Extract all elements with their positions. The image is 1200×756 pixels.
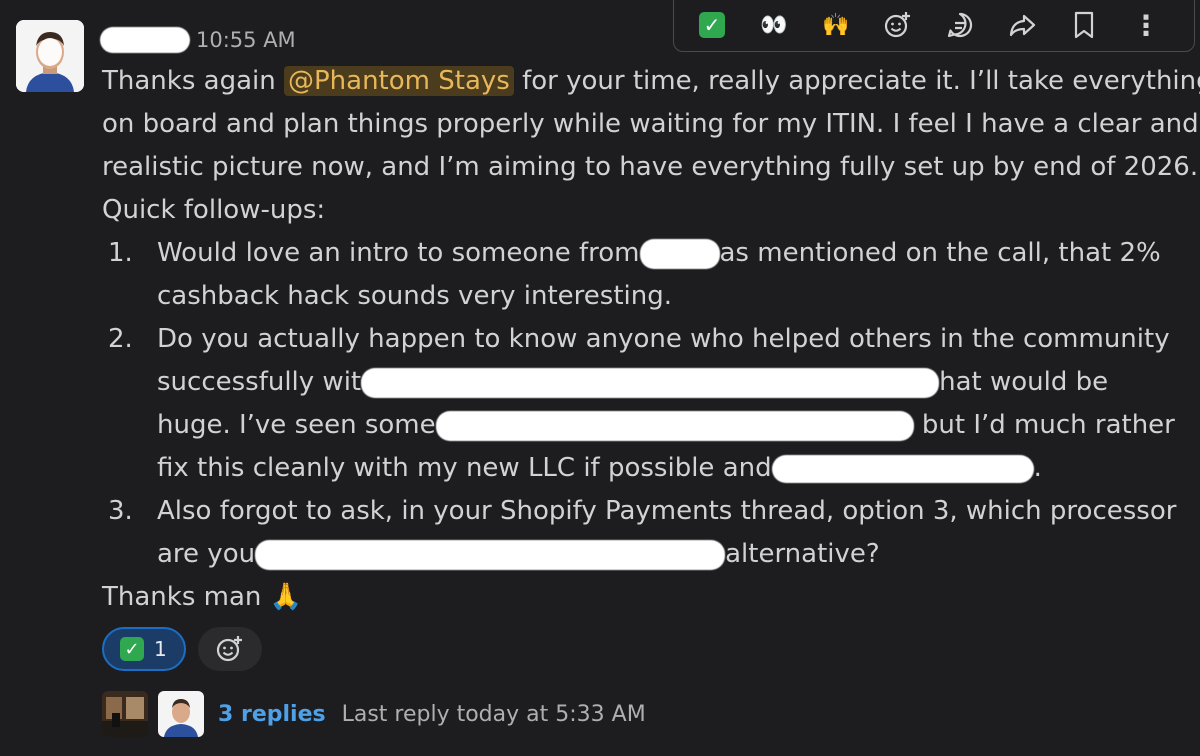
more-actions-icon: ⋮ bbox=[1132, 8, 1160, 42]
redacted-text bbox=[771, 454, 1034, 483]
react-check-mark-button[interactable]: ✓ bbox=[694, 7, 730, 43]
check-mark-emoji-icon: ✓ bbox=[699, 12, 725, 38]
message-line: Quick follow-ups: bbox=[102, 195, 326, 225]
redacted-text bbox=[255, 539, 726, 570]
message-text: Do you actually happen to know anyone wh… bbox=[157, 324, 1170, 354]
message-text: as mentioned on the call, that 2% bbox=[719, 238, 1161, 268]
reply-in-thread-button[interactable] bbox=[942, 7, 978, 43]
message-text: Would love an intro to someone from bbox=[157, 238, 640, 268]
message-container: 10:55 AM ✓ 👀 🙌 ⋮ Thanks again @Phantom S… bbox=[0, 0, 1200, 756]
save-for-later-button[interactable] bbox=[1066, 7, 1102, 43]
check-mark-emoji-icon: ✓ bbox=[120, 637, 144, 661]
redacted-text bbox=[639, 238, 720, 269]
share-icon bbox=[1009, 14, 1036, 37]
thread-replies-link[interactable]: 3 replies bbox=[218, 702, 326, 727]
list-number: 1. bbox=[108, 238, 133, 268]
message-line: realistic picture now, and I’m aiming to… bbox=[102, 152, 1199, 182]
react-eyes-button[interactable]: 👀 bbox=[756, 7, 792, 43]
reply-in-thread-icon bbox=[947, 12, 973, 38]
message-line: Thanks again @Phantom Stays for your tim… bbox=[102, 60, 1200, 103]
message-text: Thanks man bbox=[102, 582, 270, 612]
message-text: but I’d much rather bbox=[913, 410, 1175, 440]
bookmark-icon bbox=[1074, 11, 1094, 39]
folded-hands-emoji-icon: 🙏 bbox=[269, 582, 303, 612]
add-reaction-icon bbox=[884, 12, 910, 38]
list-item-continuation: fix this cleanly with my new LLC if poss… bbox=[102, 447, 1182, 490]
add-reaction-icon bbox=[216, 636, 242, 662]
message-text: for your time, really appreciate it. I’l… bbox=[513, 66, 1200, 96]
redacted-text bbox=[361, 367, 940, 398]
message-line: Thanks man 🙏 bbox=[102, 576, 1182, 619]
add-reaction-button[interactable] bbox=[198, 627, 262, 671]
list-item: 3. Also forgot to ask, in your Shopify P… bbox=[102, 490, 1182, 533]
message-body: Thanks again @Phantom Stays for your tim… bbox=[102, 60, 1200, 619]
sender-avatar[interactable] bbox=[16, 20, 84, 92]
share-message-button[interactable] bbox=[1004, 7, 1040, 43]
message-timestamp[interactable]: 10:55 AM bbox=[196, 28, 296, 52]
redacted-sender-name[interactable] bbox=[100, 27, 190, 53]
thread-participant-avatar bbox=[158, 691, 204, 737]
message-text: Also forgot to ask, in your Shopify Paym… bbox=[157, 496, 1177, 526]
list-item-continuation: are you alternative? bbox=[102, 533, 1182, 576]
thread-summary[interactable]: 3 replies Last reply today at 5:33 AM bbox=[102, 690, 646, 738]
redacted-text bbox=[435, 410, 914, 441]
thread-participant-avatar bbox=[102, 691, 148, 737]
message-text: huge. I’ve seen some bbox=[157, 410, 436, 440]
message-text: hat would be bbox=[939, 367, 1109, 397]
react-raised-hands-button[interactable]: 🙌 bbox=[818, 7, 854, 43]
thread-last-reply-time: Last reply today at 5:33 AM bbox=[341, 701, 646, 727]
list-item-continuation: huge. I’ve seen some but I’d much rather bbox=[102, 404, 1182, 447]
message-text: cashback hack sounds very interesting. bbox=[157, 281, 672, 311]
message-text: are you bbox=[157, 539, 256, 569]
list-number: 2. bbox=[108, 324, 133, 354]
message-line: on board and plan things properly while … bbox=[102, 109, 1199, 139]
message-text: Thanks again bbox=[102, 66, 284, 96]
list-item-continuation: cashback hack sounds very interesting. bbox=[102, 275, 1182, 318]
reaction-count: 1 bbox=[154, 637, 167, 661]
message-text: successfully wit bbox=[157, 367, 362, 397]
message-text: alternative? bbox=[725, 539, 880, 569]
add-reaction-button[interactable] bbox=[880, 7, 916, 43]
raised-hands-emoji-icon: 🙌 bbox=[822, 12, 850, 38]
list-item: 1. Would love an intro to someone from as… bbox=[102, 232, 1182, 275]
check-mark-reaction[interactable]: ✓ 1 bbox=[102, 627, 186, 671]
list-item: 2. Do you actually happen to know anyone… bbox=[102, 318, 1182, 361]
list-number: 3. bbox=[108, 496, 133, 526]
message-text: fix this cleanly with my new LLC if poss… bbox=[157, 453, 772, 483]
message-actions-toolbar: ✓ 👀 🙌 ⋮ bbox=[673, 0, 1195, 52]
reactions-bar: ✓ 1 bbox=[102, 627, 262, 671]
message-text: . bbox=[1033, 453, 1042, 483]
message-header: 10:55 AM bbox=[100, 24, 296, 56]
eyes-emoji-icon: 👀 bbox=[760, 12, 788, 38]
user-mention[interactable]: @Phantom Stays bbox=[283, 66, 514, 96]
more-actions-button[interactable]: ⋮ bbox=[1128, 7, 1164, 43]
list-item-continuation: successfully wit hat would be bbox=[102, 361, 1182, 404]
